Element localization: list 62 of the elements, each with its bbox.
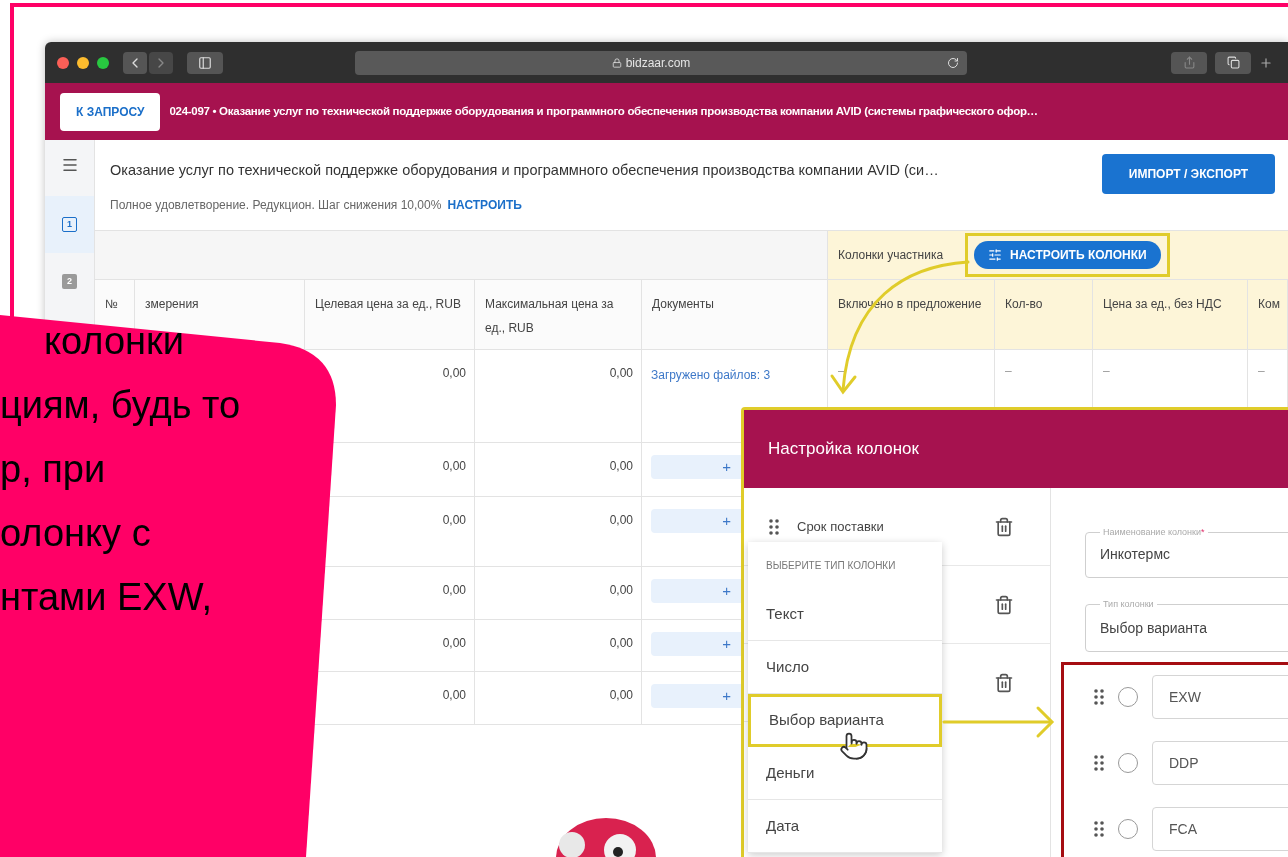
share-button[interactable]	[1171, 51, 1207, 74]
table-cell: 0,00	[475, 497, 642, 566]
maximize-icon[interactable]	[97, 56, 109, 69]
step-tab[interactable]: 2	[45, 253, 94, 310]
delete-icon[interactable]	[994, 672, 1014, 693]
menu-item[interactable]: Деньги	[748, 747, 942, 800]
menu-item[interactable]: Число	[748, 641, 942, 694]
column-header: Кол-во	[995, 280, 1093, 349]
option-field[interactable]: FCA	[1152, 807, 1288, 851]
new-tab-icon[interactable]	[1259, 55, 1273, 70]
tender-subtitle: Полное удовлетворение. Редукцион. Шаг снижения 10,00%	[110, 196, 442, 214]
back-button[interactable]	[123, 51, 147, 74]
tabs-button[interactable]	[1215, 51, 1251, 74]
column-type-field[interactable]: Тип колонки Выбор варианта	[1085, 598, 1288, 652]
field-value: Выбор варианта	[1100, 618, 1209, 638]
column-header: Документы	[642, 280, 828, 349]
url-text: bidzaar.com	[625, 54, 691, 72]
sidebar-button[interactable]	[187, 51, 223, 74]
table-cell: 0,00	[475, 567, 642, 619]
menu-heading: ВЫБЕРИТЕ ТИП КОЛОНКИ	[765, 558, 897, 573]
column-header: Целевая цена за ед., RUB	[305, 280, 475, 349]
minimize-icon[interactable]	[77, 56, 89, 69]
tender-title: Оказание услуг по технической поддержке оборудования и программного обеспечения производства компании AVID (си…	[110, 161, 939, 180]
table-cell: 0,00	[475, 672, 642, 724]
table-cell: 0,00	[475, 443, 642, 496]
option-field[interactable]: DDP	[1152, 741, 1288, 785]
close-icon[interactable]	[57, 56, 69, 69]
column-header: Максимальная цена за ед., RUB	[475, 280, 642, 349]
import-export-button[interactable]: ИМПОРТ / ЭКСПОРТ	[1102, 154, 1275, 194]
menu-item[interactable]: Дата	[748, 800, 942, 853]
drag-handle-icon[interactable]	[769, 518, 779, 535]
delete-icon[interactable]	[994, 516, 1014, 537]
column-header: Цена за ед., без НДС	[1093, 280, 1248, 349]
tabs-icon	[1226, 56, 1240, 69]
sliders-icon	[988, 248, 1003, 262]
table-cell: 0,00	[475, 350, 642, 442]
field-value: Инкотермс	[1100, 544, 1171, 564]
option-field[interactable]: EXW	[1152, 675, 1288, 719]
request-title: 024-097 • Оказание услуг по технической поддержке оборудования и программного обеспечения производства компании AVID (системы графического офор…	[169, 103, 1038, 119]
column-name-field[interactable]: Наименование колонки* Инкотермс	[1085, 526, 1288, 578]
table-cell: 0,00	[475, 620, 642, 671]
lock-icon	[611, 57, 622, 68]
field-label: Тип колонки	[1102, 598, 1155, 611]
field-label: Наименование колонки*	[1102, 526, 1206, 539]
hand-cursor-icon	[839, 731, 869, 761]
reload-icon[interactable]	[947, 56, 959, 69]
menu-item[interactable]: Текст	[748, 588, 942, 641]
column-header: Ком	[1248, 280, 1288, 349]
configure-columns-button[interactable]: НАСТРОИТЬ КОЛОНКИ	[974, 241, 1161, 269]
configure-link[interactable]: НАСТРОИТЬ	[447, 195, 522, 214]
share-icon	[1182, 56, 1196, 69]
drag-handle-icon[interactable]	[1094, 755, 1104, 771]
participant-columns-label: Колонки участника	[838, 247, 944, 264]
menu-icon[interactable]	[60, 156, 79, 174]
address-bar[interactable]: bidzaar.com	[355, 50, 967, 75]
back-to-request-button[interactable]: К ЗАПРОСУ	[60, 92, 161, 131]
delete-icon[interactable]	[994, 594, 1014, 615]
sidebar-icon	[198, 55, 212, 70]
step-tab[interactable]: 1	[45, 196, 94, 253]
uploaded-files-link[interactable]: Загружено файлов: 3	[651, 368, 771, 382]
drag-handle-icon[interactable]	[1094, 821, 1104, 837]
drag-handle-icon[interactable]	[1094, 689, 1104, 705]
